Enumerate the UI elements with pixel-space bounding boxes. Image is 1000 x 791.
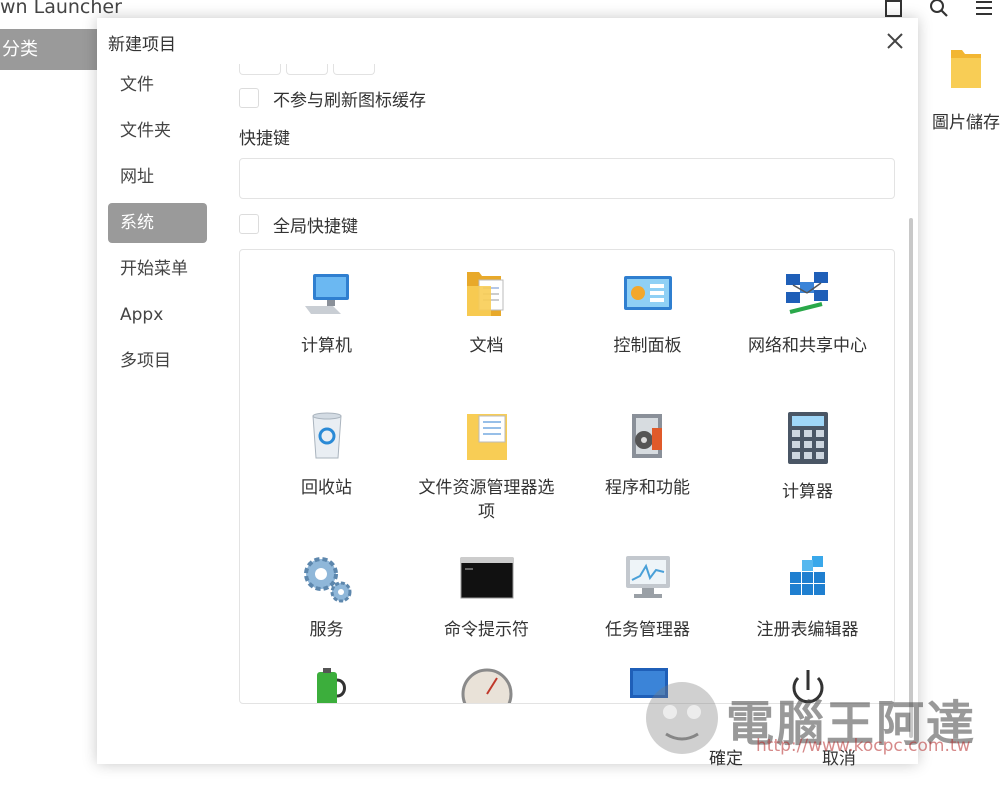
item-power-options[interactable] [246, 666, 407, 703]
services-icon [303, 557, 351, 603]
item-task-manager[interactable]: 任务管理器 [567, 552, 728, 642]
watermark-url: http://www.kocpc.com.tw [756, 736, 971, 756]
item-recycle-bin[interactable]: 回收站 [246, 410, 407, 500]
item-command-prompt[interactable]: 命令提示符 [406, 552, 567, 642]
item-label: 控制面板 [613, 336, 682, 356]
battery-icon [316, 668, 346, 703]
nav-item-multi[interactable]: 多项目 [108, 341, 207, 381]
item-programs-features[interactable]: 程序和功能 [567, 410, 728, 500]
nav-item-system[interactable]: 系统 [108, 203, 207, 243]
command-prompt-icon [460, 557, 513, 599]
calculator-icon [787, 412, 828, 464]
computer-icon [304, 274, 349, 314]
item-computer[interactable]: 计算机 [246, 268, 407, 358]
item-label: 文档 [469, 336, 504, 356]
item-label: 程序和功能 [605, 478, 690, 498]
global-hotkey-checkbox[interactable] [239, 214, 259, 234]
item-label: 计算机 [301, 336, 352, 356]
hotkey-label: 快捷键 [239, 129, 290, 149]
task-manager-icon [625, 556, 670, 598]
item-label: 注册表编辑器 [756, 620, 859, 640]
partial-button[interactable] [239, 64, 281, 75]
item-services[interactable]: 服务 [246, 552, 407, 642]
system-items-grid: 计算机 文档 控制面板 网络和共享中心 回收站 文件资源管理器选项 程序和功能 … [239, 249, 895, 704]
search-icon[interactable] [927, 0, 951, 20]
nav-item-file[interactable]: 文件 [108, 65, 207, 105]
no-refresh-label: 不参与刷新图标缓存 [273, 90, 426, 111]
item-control-panel[interactable]: 控制面板 [567, 268, 728, 358]
app-title: wn Launcher [0, 0, 122, 18]
no-refresh-row: 不参与刷新图标缓存 [239, 86, 426, 111]
partial-button[interactable] [333, 64, 375, 75]
item-label: 命令提示符 [444, 620, 529, 640]
hotkey-input[interactable] [239, 158, 895, 199]
documents-icon [466, 272, 503, 316]
category-tab[interactable]: 分类 [0, 29, 100, 70]
registry-editor-icon [789, 556, 825, 595]
item-documents[interactable]: 文档 [406, 268, 567, 358]
item-label: 网络和共享中心 [748, 336, 867, 356]
item-label: 任务管理器 [605, 620, 690, 640]
nav-item-start-menu[interactable]: 开始菜单 [108, 249, 207, 289]
network-center-icon [785, 272, 828, 314]
folder-options-icon [466, 414, 507, 460]
type-nav: 文件 文件夹 网址 系统 开始菜单 Appx 多项目 [108, 65, 207, 387]
control-panel-icon [623, 276, 672, 310]
dialog-title: 新建项目 [108, 35, 176, 55]
nav-item-folder[interactable]: 文件夹 [108, 111, 207, 151]
programs-features-icon [631, 414, 662, 458]
menu-icon[interactable] [972, 0, 996, 20]
maximize-icon[interactable] [882, 0, 906, 20]
new-item-dialog: 新建项目 文件 文件夹 网址 系统 开始菜单 Appx 多项目 不参与刷新图标缓… [97, 18, 918, 769]
item-label: 服务 [309, 620, 344, 640]
item-network-center[interactable]: 网络和共享中心 [727, 268, 888, 358]
dialog-content: 不参与刷新图标缓存 快捷键 全局快捷键 计算机 文档 控制面板 网络和共享中心 … [239, 18, 918, 764]
global-hotkey-label: 全局快捷键 [273, 216, 358, 237]
item-label: 回收站 [301, 478, 352, 498]
recycle-bin-icon [311, 412, 342, 459]
nav-item-url[interactable]: 网址 [108, 157, 207, 197]
scrollbar[interactable] [909, 218, 913, 738]
item-registry-editor[interactable]: 注册表编辑器 [727, 552, 888, 642]
item-calculator[interactable]: 计算器 [727, 410, 888, 504]
item-performance[interactable] [406, 666, 567, 703]
item-label: 计算器 [782, 482, 833, 502]
item-label: 文件资源管理器选项 [418, 478, 555, 522]
item-folder-options[interactable]: 文件资源管理器选项 [406, 410, 567, 524]
folder-icon[interactable] [948, 44, 984, 92]
partial-button[interactable] [286, 64, 328, 75]
desktop-item-label[interactable]: 圖片儲存 [932, 108, 1000, 133]
no-refresh-checkbox[interactable] [239, 88, 259, 108]
nav-item-appx[interactable]: Appx [108, 295, 207, 335]
global-hotkey-row: 全局快捷键 [239, 212, 358, 237]
gauge-icon [461, 668, 512, 703]
